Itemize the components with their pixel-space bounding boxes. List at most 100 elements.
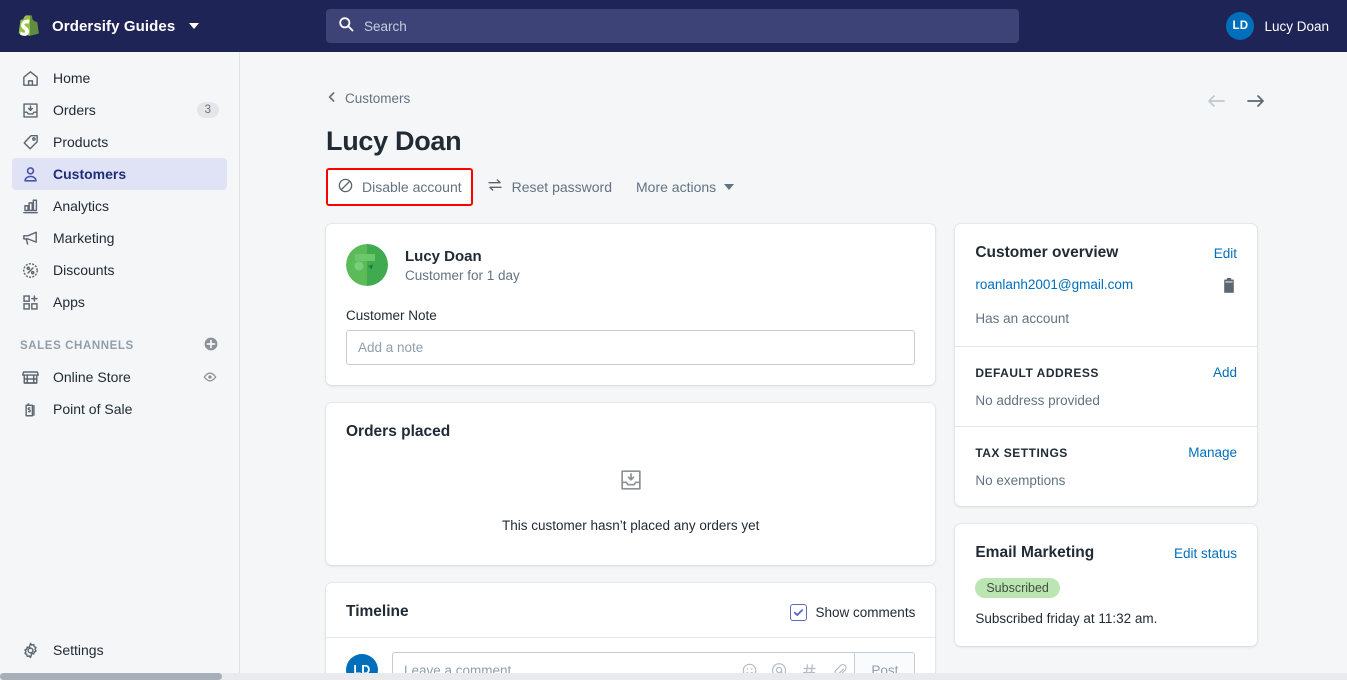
sidebar-item-label: Discounts — [53, 262, 115, 278]
store-switcher[interactable]: Ordersify Guides — [0, 12, 240, 40]
sidebar-item-marketing[interactable]: Marketing — [12, 222, 227, 254]
show-comments-checkbox[interactable] — [789, 603, 807, 621]
sidebar-item-discounts[interactable]: Discounts — [12, 254, 227, 286]
more-actions-button[interactable]: More actions — [625, 170, 745, 204]
chevron-down-icon — [189, 23, 200, 29]
sidebar-item-home[interactable]: Home — [12, 62, 227, 94]
tax-settings-section: TAX SETTINGS Manage No exemptions — [955, 426, 1257, 506]
store-name: Ordersify Guides — [52, 17, 176, 35]
customer-avatar-green — [346, 244, 388, 286]
sidebar-item-settings[interactable]: Settings — [12, 634, 227, 666]
breadcrumb[interactable]: Customers — [326, 91, 410, 106]
reset-password-button[interactable]: Reset password — [475, 167, 623, 206]
default-address-value: No address provided — [975, 393, 1100, 408]
sidebar-item-label: Customers — [53, 166, 127, 182]
customer-note-label: Customer Note — [346, 308, 437, 323]
percent-badge-icon — [20, 260, 40, 280]
person-icon — [20, 164, 40, 184]
add-address-link[interactable]: Add — [1213, 365, 1237, 380]
sidebar-item-label: Home — [53, 70, 91, 86]
disable-circle-slash-icon — [337, 177, 354, 197]
customer-summary-card: Lucy Doan Customer for 1 day Customer No… — [326, 224, 936, 385]
user-menu[interactable]: LD Lucy Doan — [1226, 0, 1329, 52]
default-address-header: DEFAULT ADDRESS Add — [975, 365, 1237, 380]
sidebar-item-customers[interactable]: Customers — [12, 158, 227, 190]
page-actions: Disable account Reset password More acti… — [326, 167, 1257, 206]
sidebar-item-label: Point of Sale — [53, 401, 133, 417]
disable-account-button[interactable]: Disable account — [326, 167, 473, 206]
content-columns: Lucy Doan Customer for 1 day Customer No… — [326, 224, 1257, 680]
overview-title: Customer overview — [975, 244, 1119, 261]
orders-placed-card: Orders placed This customer hasn’t place… — [326, 403, 936, 565]
email-marketing-header: Email Marketing Edit status — [975, 544, 1237, 562]
tax-settings-label: TAX SETTINGS — [975, 445, 1068, 460]
gear-icon — [20, 640, 40, 660]
sales-channels-header: SALES CHANNELS — [20, 336, 219, 355]
plus-circle-icon[interactable] — [203, 336, 219, 355]
customer-detail-page: Customers Lucy Doan Disable account Rese… — [240, 52, 1347, 680]
orders-inbox-icon — [20, 100, 40, 120]
page-title: Lucy Doan — [326, 126, 462, 156]
sidebar-navigation: Home Orders 3 Products Customers Analyti… — [0, 52, 240, 680]
show-comments-toggle[interactable]: Show comments — [789, 603, 916, 621]
customer-identity: Lucy Doan Customer for 1 day — [405, 248, 520, 283]
arrow-right-icon[interactable] — [1243, 88, 1269, 114]
customer-summary-body: Lucy Doan Customer for 1 day Customer No… — [326, 224, 935, 385]
status-badge: Subscribed — [975, 578, 1060, 598]
email-marketing-title: Email Marketing — [975, 544, 1095, 561]
customer-name: Lucy Doan — [405, 247, 482, 265]
storefront-icon — [20, 367, 40, 387]
horizontal-scrollbar[interactable] — [0, 673, 1347, 680]
overview-edit-link[interactable]: Edit — [1214, 246, 1237, 261]
chevron-down-icon — [724, 183, 735, 190]
sidebar-item-apps[interactable]: Apps — [12, 286, 227, 318]
sidebar-item-analytics[interactable]: Analytics — [12, 190, 227, 222]
orders-count-badge: 3 — [196, 102, 219, 118]
subscription-detail: Subscribed friday at 11:32 am. — [975, 611, 1158, 626]
scrollbar-thumb[interactable] — [0, 673, 222, 680]
email-marketing-card: Email Marketing Edit status Subscribed S… — [955, 524, 1257, 646]
orders-empty-message: This customer hasn’t placed any orders y… — [501, 518, 760, 533]
timeline-card: Timeline Show comments LD Leave a commen… — [326, 583, 936, 680]
sidebar-item-label: Marketing — [53, 230, 115, 246]
eye-icon[interactable] — [201, 368, 219, 386]
sidebar-item-orders[interactable]: Orders 3 — [12, 94, 227, 126]
search-placeholder: Search — [364, 18, 407, 34]
main-content: Customers Lucy Doan Disable account Rese… — [240, 52, 1347, 680]
default-address-section: DEFAULT ADDRESS Add No address provided — [955, 346, 1257, 426]
show-comments-label: Show comments — [815, 604, 916, 620]
arrow-left-icon[interactable] — [1203, 88, 1229, 114]
user-name-label: Lucy Doan — [1264, 18, 1329, 34]
search-input[interactable]: Search — [326, 9, 1019, 43]
account-status-text: Has an account — [975, 311, 1070, 326]
edit-status-link[interactable]: Edit status — [1174, 546, 1237, 561]
customer-header: Lucy Doan Customer for 1 day — [346, 244, 915, 286]
customer-overview-card: Customer overview Edit roanlanh2001@gmai… — [955, 224, 1257, 506]
chevron-left-icon — [326, 91, 338, 106]
clipboard-copy-icon[interactable] — [1221, 277, 1237, 300]
action-label: Disable account — [362, 178, 462, 195]
overview-email-row: roanlanh2001@gmail.com — [975, 277, 1237, 300]
manage-tax-link[interactable]: Manage — [1188, 445, 1237, 460]
sidebar-item-online-store[interactable]: Online Store — [12, 361, 227, 393]
avatar: LD — [1226, 12, 1255, 40]
timeline-title: Timeline — [346, 603, 409, 620]
customer-tenure: Customer for 1 day — [405, 267, 520, 283]
orders-inbox-icon — [618, 470, 644, 497]
apps-grid-plus-icon — [20, 292, 40, 312]
pos-bag-icon — [20, 399, 40, 419]
tag-icon — [20, 132, 40, 152]
orders-placed-title: Orders placed — [346, 423, 451, 440]
sidebar-item-point-of-sale[interactable]: Point of Sale — [12, 393, 227, 425]
right-column: Customer overview Edit roanlanh2001@gmai… — [955, 224, 1257, 664]
swap-arrows-icon — [486, 176, 504, 197]
customer-note-input[interactable] — [346, 330, 916, 365]
action-label: Reset password — [511, 178, 613, 195]
sidebar-settings-row: Settings — [0, 634, 239, 666]
sidebar-item-products[interactable]: Products — [12, 126, 227, 158]
pagination-controls — [1203, 88, 1269, 114]
shopify-admin-window: Ordersify Guides Search LD Lucy Doan Hom — [0, 0, 1347, 680]
customer-email-link[interactable]: roanlanh2001@gmail.com — [975, 277, 1133, 292]
home-icon — [20, 68, 40, 88]
sidebar-item-label: Orders — [53, 102, 96, 118]
